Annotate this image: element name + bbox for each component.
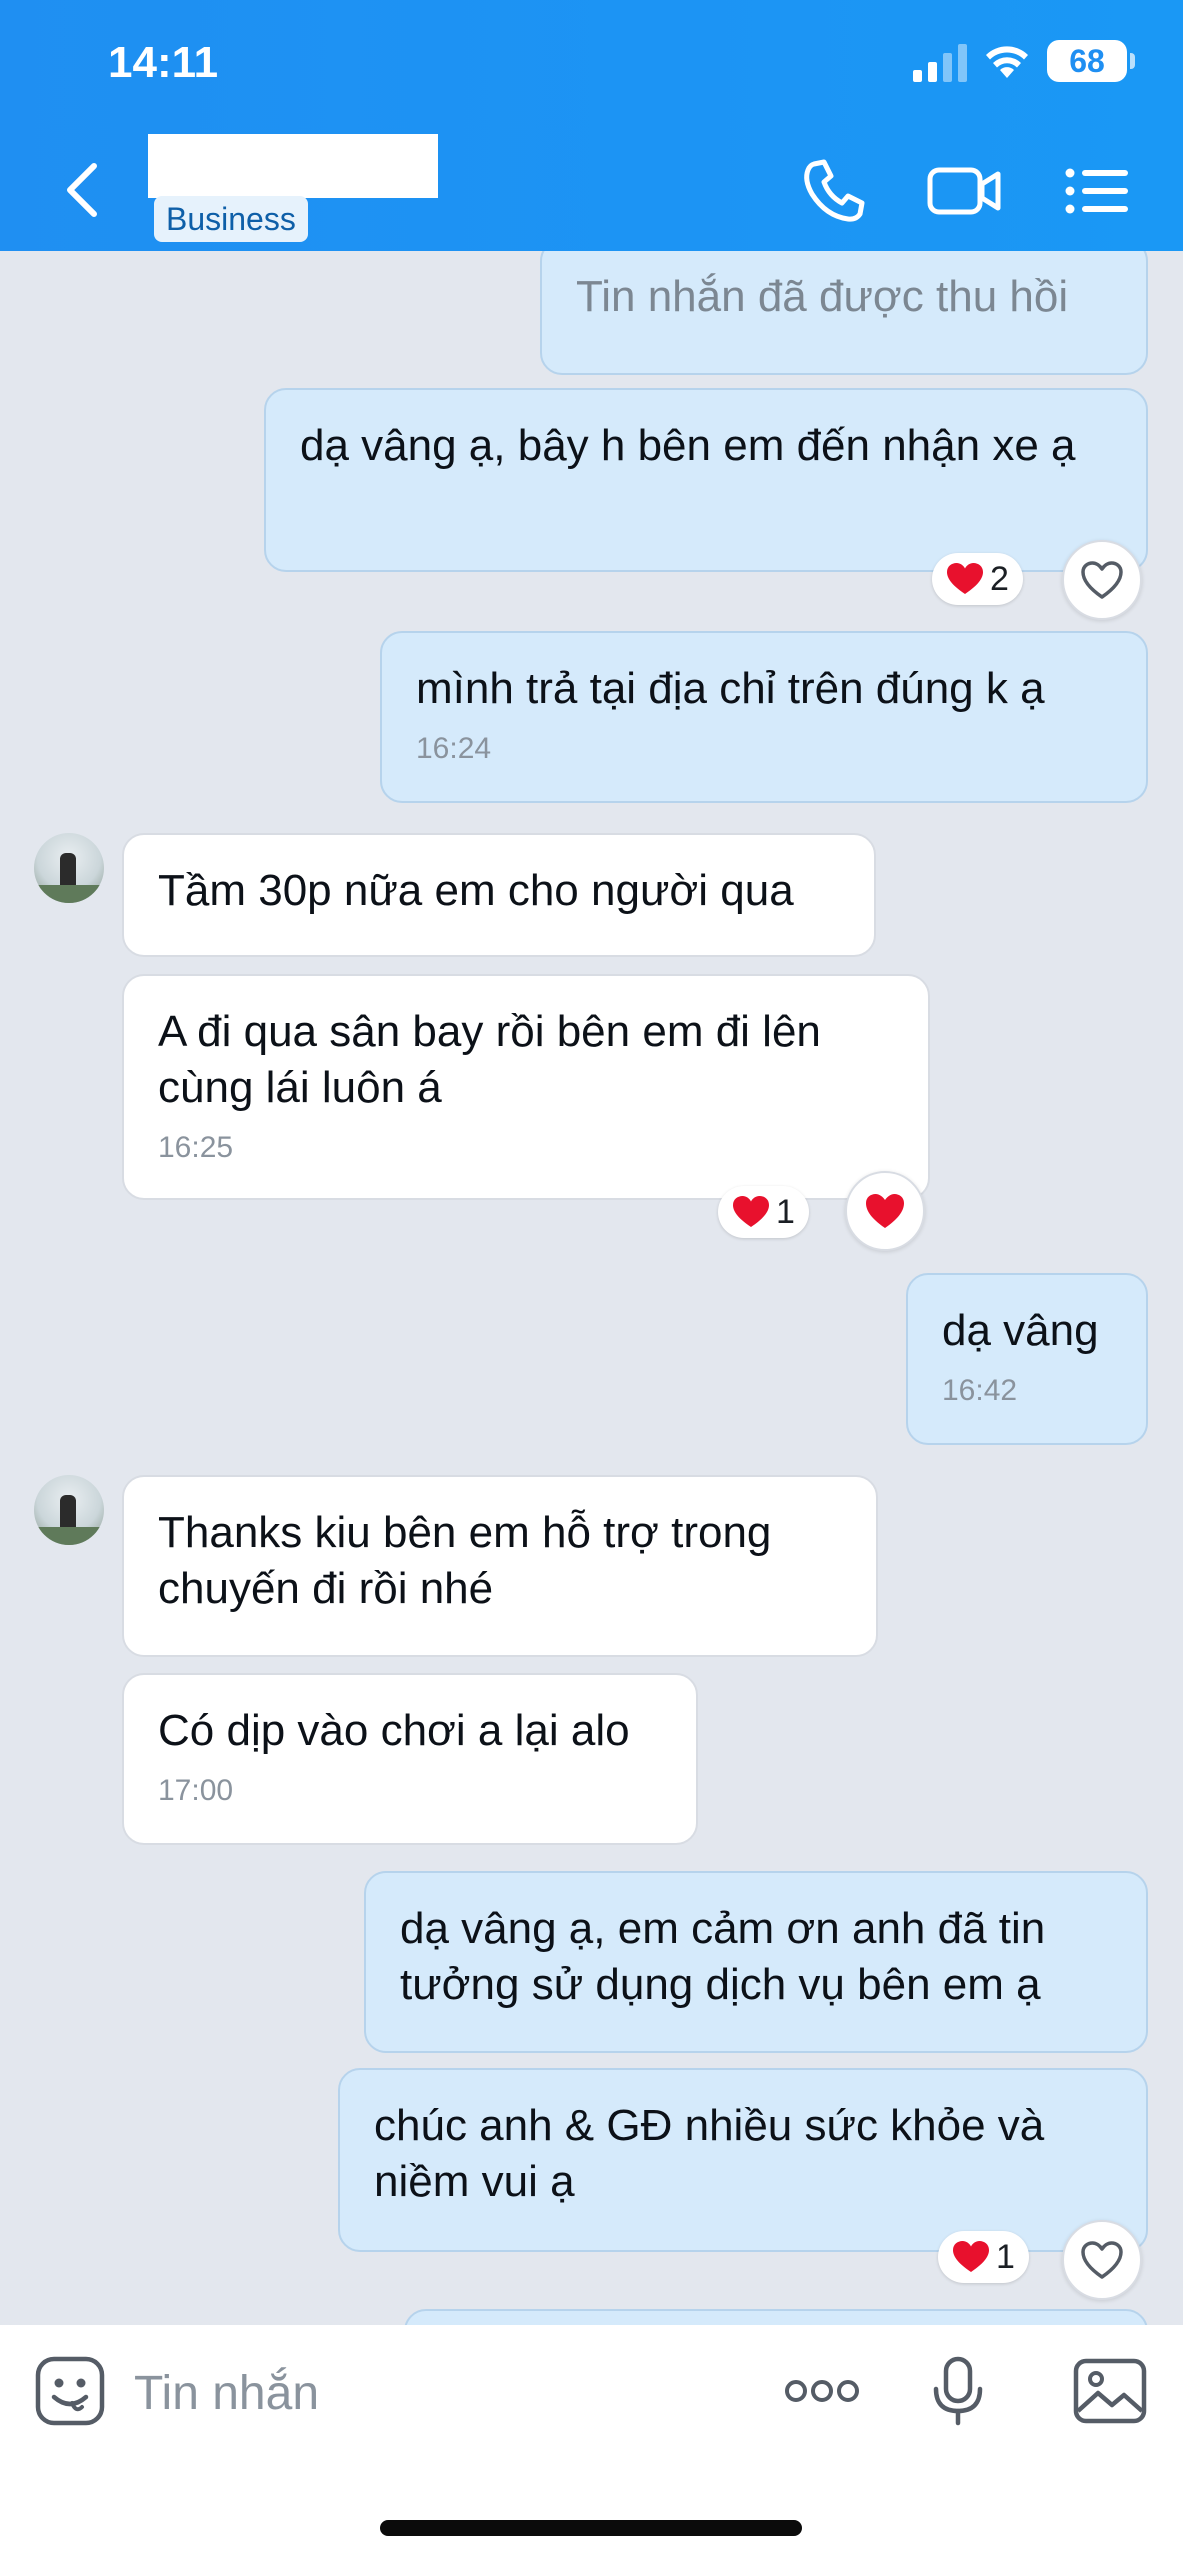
message-input[interactable] [134, 2363, 734, 2423]
image-icon[interactable] [1072, 2355, 1148, 2427]
battery-indicator: 68 [1047, 40, 1135, 82]
message-text: mình trả tại địa chỉ trên đúng k ạ [416, 664, 1045, 713]
message-bubble-outgoing[interactable]: dạ vâng ạ, bây h bên em đến nhận xe ạ [264, 388, 1148, 572]
message-bubble-outgoing[interactable]: dạ vâng ạ, em cảm ơn anh đã tin tưởng sử… [364, 1871, 1148, 2053]
home-indicator [380, 2520, 802, 2536]
message-text: dạ vâng [942, 1306, 1099, 1355]
message-text: chúc anh & GĐ nhiều sức khỏe và niềm vui… [374, 2101, 1045, 2206]
message-text: Thanks kiu bên em hỗ trợ trong chuyến đi… [158, 1508, 772, 1613]
contact-avatar[interactable] [34, 1475, 104, 1545]
message-time: 17:00 [158, 1774, 234, 1807]
message-text: dạ vâng ạ, bây h bên em đến nhận xe ạ [300, 421, 1076, 470]
add-reaction-button[interactable] [845, 1171, 925, 1251]
message-bubble-outgoing[interactable]: Tin nhắn đã được thu hồi [540, 251, 1148, 375]
heart-outline-icon [1081, 2241, 1123, 2279]
menu-list-icon[interactable] [1064, 156, 1130, 226]
heart-icon [947, 563, 983, 594]
message-bubble-outgoing[interactable]: mình trả tại địa chỉ trên đúng k ạ 16:24 [380, 631, 1148, 803]
message-text: Có dịp vào chơi a lại alo [158, 1706, 630, 1755]
message-bubble-incoming[interactable]: A đi qua sân bay rồi bên em đi lên cùng … [122, 974, 930, 1200]
message-list[interactable]: Tin nhắn đã được thu hồi dạ vâng ạ, bây … [0, 251, 1183, 2325]
heart-icon [866, 1194, 904, 1228]
heart-outline-icon [1081, 561, 1123, 599]
sticker-icon[interactable] [34, 2355, 106, 2427]
reaction-count: 1 [996, 2237, 1015, 2276]
recalled-message-text: Tin nhắn đã được thu hồi [576, 272, 1069, 321]
contact-avatar[interactable] [34, 833, 104, 903]
video-call-icon[interactable] [926, 156, 1002, 226]
heart-icon [953, 2241, 989, 2272]
reaction-count-badge[interactable]: 1 [718, 1186, 809, 1238]
message-time: 16:25 [158, 1131, 234, 1164]
business-badge: Business [154, 196, 308, 242]
reaction-count-badge[interactable]: 1 [938, 2231, 1029, 2283]
add-reaction-button[interactable] [1062, 2220, 1142, 2300]
reaction-count-badge[interactable]: 2 [932, 553, 1023, 605]
message-bubble-incoming[interactable]: Thanks kiu bên em hỗ trợ trong chuyến đi… [122, 1475, 878, 1657]
phone-icon[interactable] [800, 156, 866, 226]
message-text: Tầm 30p nữa em cho người qua [158, 866, 794, 915]
message-text: A đi qua sân bay rồi bên em đi lên cùng … [158, 1007, 821, 1112]
message-bubble-outgoing-partial[interactable] [404, 2309, 1148, 2325]
reaction-count: 2 [990, 559, 1009, 598]
reaction-count: 1 [776, 1192, 795, 1231]
back-icon[interactable] [60, 160, 104, 220]
wifi-icon [986, 46, 1028, 78]
message-bubble-incoming[interactable]: Tầm 30p nữa em cho người qua [122, 833, 876, 957]
heart-icon [733, 1196, 769, 1227]
message-bubble-outgoing[interactable]: dạ vâng 16:42 [906, 1273, 1148, 1445]
message-time: 16:42 [942, 1374, 1018, 1407]
contact-name-redacted[interactable] [148, 134, 438, 198]
signal-icon [913, 44, 967, 82]
more-icon[interactable] [782, 2355, 862, 2427]
message-bubble-outgoing[interactable]: chúc anh & GĐ nhiều sức khỏe và niềm vui… [338, 2068, 1148, 2252]
microphone-icon[interactable] [928, 2355, 988, 2427]
add-reaction-button[interactable] [1062, 540, 1142, 620]
message-text: dạ vâng ạ, em cảm ơn anh đã tin tưởng sử… [400, 1904, 1046, 2009]
chat-header: 14:11 68 Business [0, 0, 1183, 251]
status-time: 14:11 [108, 38, 219, 87]
message-bubble-incoming[interactable]: Có dịp vào chơi a lại alo 17:00 [122, 1673, 698, 1845]
message-time: 16:24 [416, 732, 492, 765]
